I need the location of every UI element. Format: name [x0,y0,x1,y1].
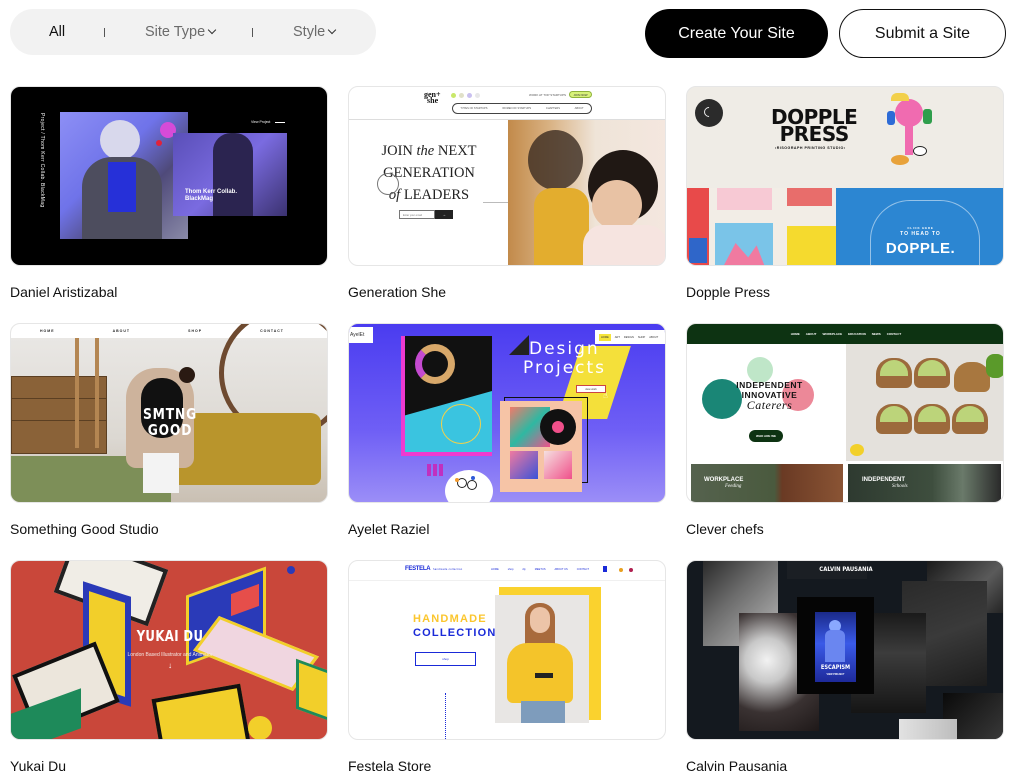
calvin-pausania-header: CALVIN PAUSANIA [819,565,873,573]
site-card-calvin-pausania[interactable]: ESCAPISM VIEW PROJECT CALVIN PAUSANIA Ca… [686,560,1004,774]
dopple-headline: DOPPLE PRESS [771,105,858,146]
secondary-photo: Thom Kerr Collab. BlackMag [173,133,287,216]
social-icon [475,93,480,98]
cart-icon [603,566,607,572]
hero-photo [60,112,188,239]
site-title[interactable]: Dopple Press [686,284,770,300]
email-field-preview: Enter your email [399,210,435,219]
vertical-project-text: Project / Thom Kerr Collab. BlackMag [39,113,45,208]
arrow-down-icon: ↓ [168,661,172,670]
filter-style-label: Style [293,24,326,40]
who-are-we-button: WHO ARE WE [749,430,783,442]
shop-banner: CLICK HERE TO HEAD TO DOPPLE. [836,188,1003,265]
project-poster: ESCAPISM VIEW PROJECT [797,597,874,694]
submit-a-site-button[interactable]: Submit a Site [839,9,1006,58]
yukai-du-subtitle: London Based Illustrator and Animator [127,652,213,658]
poster-artwork [401,336,492,456]
hero-photo [508,120,665,265]
site-card-something-good-studio[interactable]: HOME ABOUT SHOP CONTACT SMTNG GOOD Somet… [10,323,328,537]
filter-style-dropdown[interactable]: Style [293,9,337,55]
mascot-illustration [885,91,935,176]
submit-arrow: → [435,210,453,219]
social-icons [451,93,480,98]
scroll-indicator [445,693,446,739]
site-thumbnail[interactable]: HOME ABOUT SHOP CONTACT SMTNG GOOD [10,323,328,503]
language-flag-icon [629,568,633,572]
dopple-subtitle: •RISOGRAPH PRINTING STUDIO• [775,146,846,150]
moon-badge-icon [695,99,723,127]
prints-photo [687,188,836,265]
view-work-button: view work [576,385,606,393]
shop-button: shop [415,652,476,666]
site-card-yukai-du[interactable]: YUKAI DU London Based Illustrator and An… [10,560,328,774]
site-card-clever-chefs[interactable]: HOME ABOUT WORKPLACE EDUCATION NEWS CONT… [686,323,1004,537]
collection-headline: COLLECTION [413,627,497,639]
site-title[interactable]: Calvin Pausania [686,758,787,774]
site-card-ayelet-raziel[interactable]: AyelEt HOME ART DESIGN SHOP ABOUT Design… [348,323,666,537]
site-card-generation-she[interactable]: gen+ she WORK AT TOP STARTUPS JOIN NOW T… [348,86,666,300]
site-title[interactable]: Festela Store [348,758,431,774]
vinyl-artwork [500,401,582,492]
site-thumbnail[interactable]: gen+ she WORK AT TOP STARTUPS JOIN NOW T… [348,86,666,266]
social-icon [459,93,464,98]
design-projects-headline: Design Projects [523,339,607,378]
caterers-headline: INDEPENDENT INNOVATIVE Caterers [736,380,803,412]
filter-site-type-dropdown[interactable]: Site Type [145,9,217,55]
site-title[interactable]: Generation She [348,284,446,300]
site-title[interactable]: Something Good Studio [10,521,159,537]
circular-badge [377,173,399,195]
site-thumbnail[interactable]: YUKAI DU London Based Illustrator and An… [10,560,328,740]
site-card-festela-store[interactable]: FESTELA handmade collection HOME shop di… [348,560,666,774]
site-thumbnail[interactable]: Project / Thom Kerr Collab. BlackMag Tho… [10,86,328,266]
arrow-right-icon [275,122,285,123]
chevron-down-icon [207,25,217,35]
festela-tagline: handmade collection [433,568,463,571]
gen-she-logo: gen+ she [424,90,441,105]
workplace-panel: WORKPLACE Feeding [691,464,843,502]
filter-site-type-label: Site Type [145,24,206,40]
site-thumbnail[interactable]: FESTELA handmade collection HOME shop di… [348,560,666,740]
site-title[interactable]: Yukai Du [10,758,66,774]
join-now-button: JOIN NOW [569,91,592,98]
site-card-dopple-press[interactable]: DOPPLE PRESS •RISOGRAPH PRINTING STUDIO•… [686,86,1004,300]
caption-line: Thom Kerr Collab. [185,189,238,195]
filter-separator [252,28,253,37]
site-card-daniel-aristizabal[interactable]: Project / Thom Kerr Collab. BlackMag Tho… [10,86,328,300]
smtng-good-logo: SMTNG GOOD [143,405,197,439]
caption-line: BlackMag [185,196,214,202]
thumb-nav: HOME ABOUT WORKPLACE EDUCATION NEWS CONT… [687,324,1003,344]
top-link: WORK AT TOP STARTUPS [529,93,566,97]
view-project-link: View Project [251,120,271,124]
site-thumbnail[interactable]: ESCAPISM VIEW PROJECT CALVIN PAUSANIA [686,560,1004,740]
yukai-du-headline: YUKAI DU [136,627,204,645]
devices-illustration [11,561,327,739]
festela-logo: FESTELA [405,566,431,572]
site-thumbnail[interactable]: AyelEt HOME ART DESIGN SHOP ABOUT Design… [348,323,666,503]
cursor-hand-icon: ☝ [603,391,608,400]
site-thumbnail[interactable]: DOPPLE PRESS •RISOGRAPH PRINTING STUDIO•… [686,86,1004,266]
filter-all[interactable]: All [49,9,65,55]
thumb-nav: HOME shop diy MEETUS ABOUT US CONTACT [491,568,590,571]
language-flag-icon [619,568,623,572]
chevron-down-icon [328,25,337,35]
social-icon [467,93,472,98]
schools-panel: INDEPENDENT Schools [848,464,1001,502]
site-title[interactable]: Ayelet Raziel [348,521,429,537]
studio-badge [445,470,493,502]
create-your-site-button[interactable]: Create Your Site [645,9,828,58]
handmade-headline: HANDMADE [413,613,487,625]
site-thumbnail[interactable]: HOME ABOUT WORKPLACE EDUCATION NEWS CONT… [686,323,1004,503]
pixel-icon [427,464,443,476]
thumb-nav: TYPES OF STARTUPS WOMEN OF STARTUPS CHAP… [452,103,592,114]
filter-separator [104,28,105,37]
model-photo [495,595,589,723]
site-title[interactable]: Clever chefs [686,521,764,537]
ayelet-logo: AyelEt [349,327,373,343]
filter-bar: All Site Type Style [10,9,376,55]
avocado-toast-photo [846,344,1003,461]
hero-headline: JOIN the NEXT GENERATION of LEADERS [381,143,477,203]
site-title[interactable]: Daniel Aristizabal [10,284,117,300]
social-icon [451,93,456,98]
